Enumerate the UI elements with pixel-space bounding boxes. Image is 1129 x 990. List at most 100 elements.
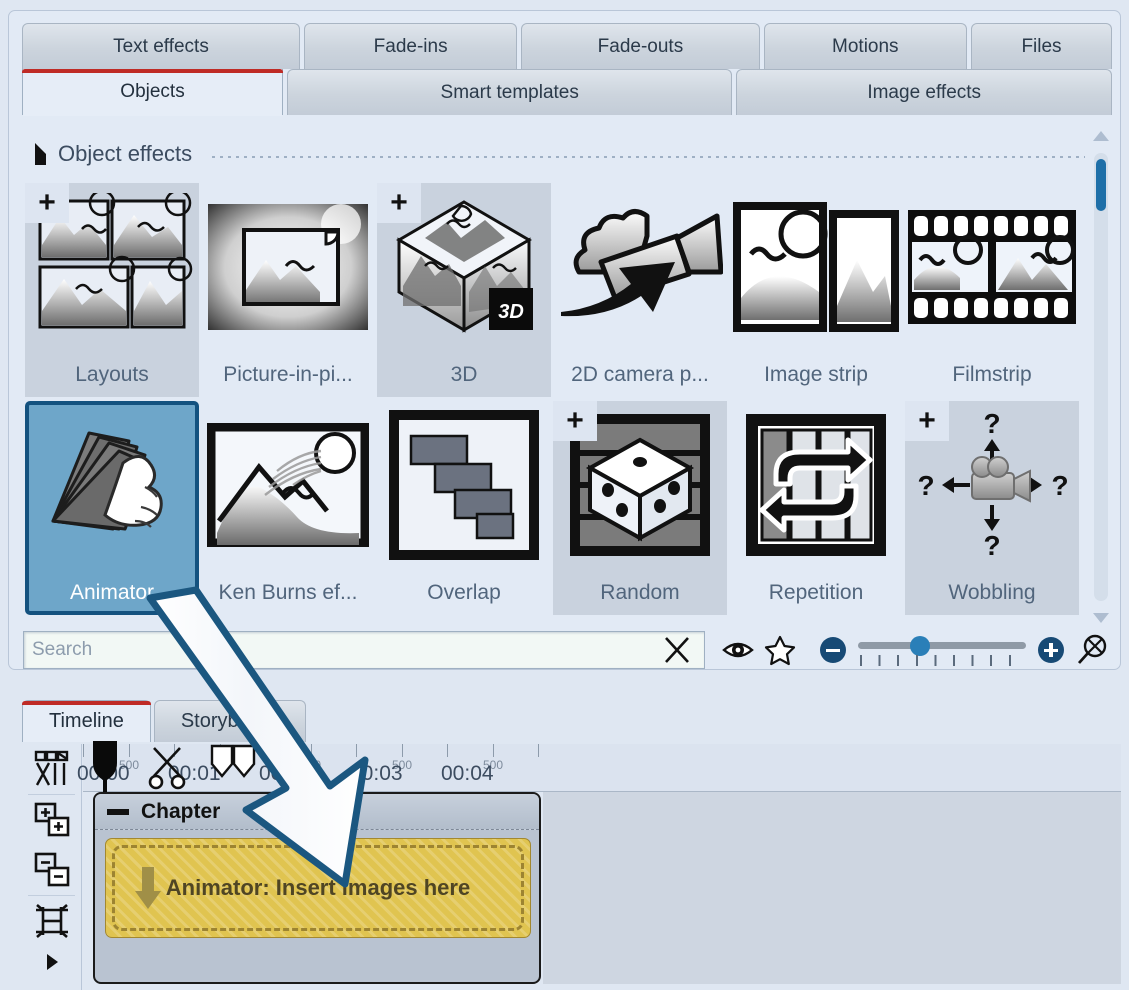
ruler-label: 00:02: [259, 762, 312, 786]
tab-timeline[interactable]: Timeline: [22, 700, 151, 742]
section-header[interactable]: Object effects: [35, 141, 1085, 167]
magnifier-reset-icon[interactable]: [1071, 630, 1113, 670]
effect-tile-picture-in-picture[interactable]: Picture-in-pi...: [201, 183, 375, 397]
timeline-panel: Timeline Storyboard: [8, 692, 1121, 990]
effect-tile-layouts[interactable]: +: [25, 183, 199, 397]
timeline-empty-area[interactable]: [543, 792, 1121, 984]
tile-label: Image strip: [729, 363, 903, 387]
effect-tile-image-strip[interactable]: Image strip: [729, 183, 903, 397]
add-plus-icon[interactable]: +: [905, 401, 949, 441]
triangle-down-icon[interactable]: [35, 143, 46, 165]
tab-label: Objects: [120, 81, 184, 103]
slider-ticks: [860, 655, 1024, 666]
triangle-down-icon[interactable]: [1093, 613, 1109, 623]
effect-tile-repetition[interactable]: Repetition: [729, 401, 903, 615]
add-plus-icon[interactable]: +: [25, 183, 69, 223]
tile-label: Ken Burns ef...: [201, 581, 375, 605]
zoom-in-button[interactable]: [1030, 630, 1072, 670]
tab-label: Fade-outs: [598, 36, 684, 58]
effect-tile-animator[interactable]: Animator: [25, 401, 199, 615]
slider-thumb[interactable]: [910, 636, 930, 656]
tile-thumbnail: [201, 189, 375, 344]
timeline-track-chapter[interactable]: Chapter Animator: Insert images here: [93, 792, 541, 984]
repetition-loop-icon: [742, 410, 890, 560]
tile-label: Animator: [25, 581, 199, 605]
tab-smart-templates[interactable]: Smart templates: [287, 69, 732, 115]
tab-label: Storyboard: [181, 710, 279, 733]
add-track-icon[interactable]: [22, 795, 81, 845]
x-clear-icon[interactable]: [656, 630, 698, 670]
tab-fade-ins[interactable]: Fade-ins: [304, 23, 517, 69]
image-strip-icon: [733, 202, 899, 332]
search-toolbar: [23, 629, 1113, 671]
timeline-clip-animator[interactable]: Animator: Insert images here: [105, 838, 531, 938]
add-plus-icon[interactable]: +: [553, 401, 597, 441]
tab-motions[interactable]: Motions: [764, 23, 967, 69]
tab-fade-outs[interactable]: Fade-outs: [521, 23, 759, 69]
svg-text:?: ?: [983, 530, 1000, 559]
effect-tile-filmstrip[interactable]: Filmstrip: [905, 183, 1079, 397]
effect-tile-ken-burns[interactable]: Ken Burns ef...: [201, 401, 375, 615]
scissors-icon: [146, 742, 190, 790]
triangle-up-icon[interactable]: [1093, 131, 1109, 141]
timeline-tab-bar: Timeline Storyboard: [22, 700, 306, 742]
header-dotted-rule: [212, 156, 1085, 158]
fit-track-icon[interactable]: [22, 896, 81, 946]
tab-objects[interactable]: Objects: [22, 69, 283, 115]
filmstrip-icon: [906, 202, 1078, 332]
ken-burns-icon: [207, 423, 369, 547]
remove-track-icon[interactable]: [22, 845, 81, 895]
camera-pan-icon: [557, 202, 723, 332]
overlap-icon: [389, 410, 539, 560]
svg-text:?: ?: [917, 470, 934, 501]
eye-icon[interactable]: [717, 630, 759, 670]
scrollbar-track[interactable]: [1094, 153, 1108, 601]
tab-bar-row-1: Text effects Fade-ins Fade-outs Motions …: [22, 23, 1112, 69]
effects-scrollbar[interactable]: [1090, 131, 1112, 623]
svg-text:3D: 3D: [498, 301, 524, 323]
timeline-body: 500 500 500 500 500 00:00 00:01 00:02 00…: [83, 744, 1121, 990]
effects-grid: +: [25, 183, 1083, 615]
effect-tile-3d[interactable]: +: [377, 183, 551, 397]
effect-tile-overlap[interactable]: Overlap: [377, 401, 551, 615]
minus-icon[interactable]: [107, 809, 129, 815]
tab-bar-row-2: Objects Smart templates Image effects: [22, 69, 1112, 113]
tile-label: Repetition: [729, 581, 903, 605]
tile-thumbnail: [553, 189, 727, 344]
scrollbar-thumb[interactable]: [1096, 159, 1106, 211]
search-input[interactable]: [30, 638, 656, 662]
slider-track[interactable]: [858, 642, 1026, 649]
search-field[interactable]: [23, 631, 705, 669]
timeline-ruler[interactable]: 500 500 500 500 500 00:00 00:01 00:02 00…: [83, 744, 1121, 792]
object-mode-icon[interactable]: [22, 744, 81, 794]
clip-label: Animator: Insert images here: [106, 839, 530, 937]
chapter-header[interactable]: Chapter: [95, 794, 539, 830]
tab-storyboard[interactable]: Storyboard: [154, 700, 306, 742]
svg-text:?: ?: [1051, 470, 1068, 501]
tab-label: Text effects: [113, 36, 209, 58]
expand-arrow-icon[interactable]: [22, 946, 81, 978]
playhead-marker: [89, 741, 121, 795]
plus-circle-icon[interactable]: [1038, 637, 1064, 663]
tab-label: Files: [1021, 36, 1061, 58]
tab-text-effects[interactable]: Text effects: [22, 23, 300, 69]
tile-thumbnail: [729, 189, 903, 344]
effect-tile-wobbling[interactable]: + ? ? ? ?: [905, 401, 1079, 615]
tab-label: Timeline: [49, 710, 124, 733]
tile-label: Picture-in-pi...: [201, 363, 375, 387]
tab-image-effects[interactable]: Image effects: [736, 69, 1112, 115]
add-plus-icon[interactable]: +: [377, 183, 421, 223]
object-effects-panel: Text effects Fade-ins Fade-outs Motions …: [8, 10, 1121, 670]
zoom-slider[interactable]: [858, 633, 1026, 667]
effect-tile-random[interactable]: +: [553, 401, 727, 615]
tab-label: Image effects: [867, 82, 981, 104]
effect-tile-2d-camera-pan[interactable]: 2D camera p...: [553, 183, 727, 397]
tab-files[interactable]: Files: [971, 23, 1112, 69]
tile-label: 3D: [377, 363, 551, 387]
star-icon[interactable]: [759, 630, 801, 670]
tile-label: Random: [553, 581, 727, 605]
minus-circle-icon[interactable]: [820, 637, 846, 663]
zoom-out-button[interactable]: [812, 630, 854, 670]
tile-thumbnail: [377, 407, 551, 562]
tile-label: Wobbling: [905, 581, 1079, 605]
